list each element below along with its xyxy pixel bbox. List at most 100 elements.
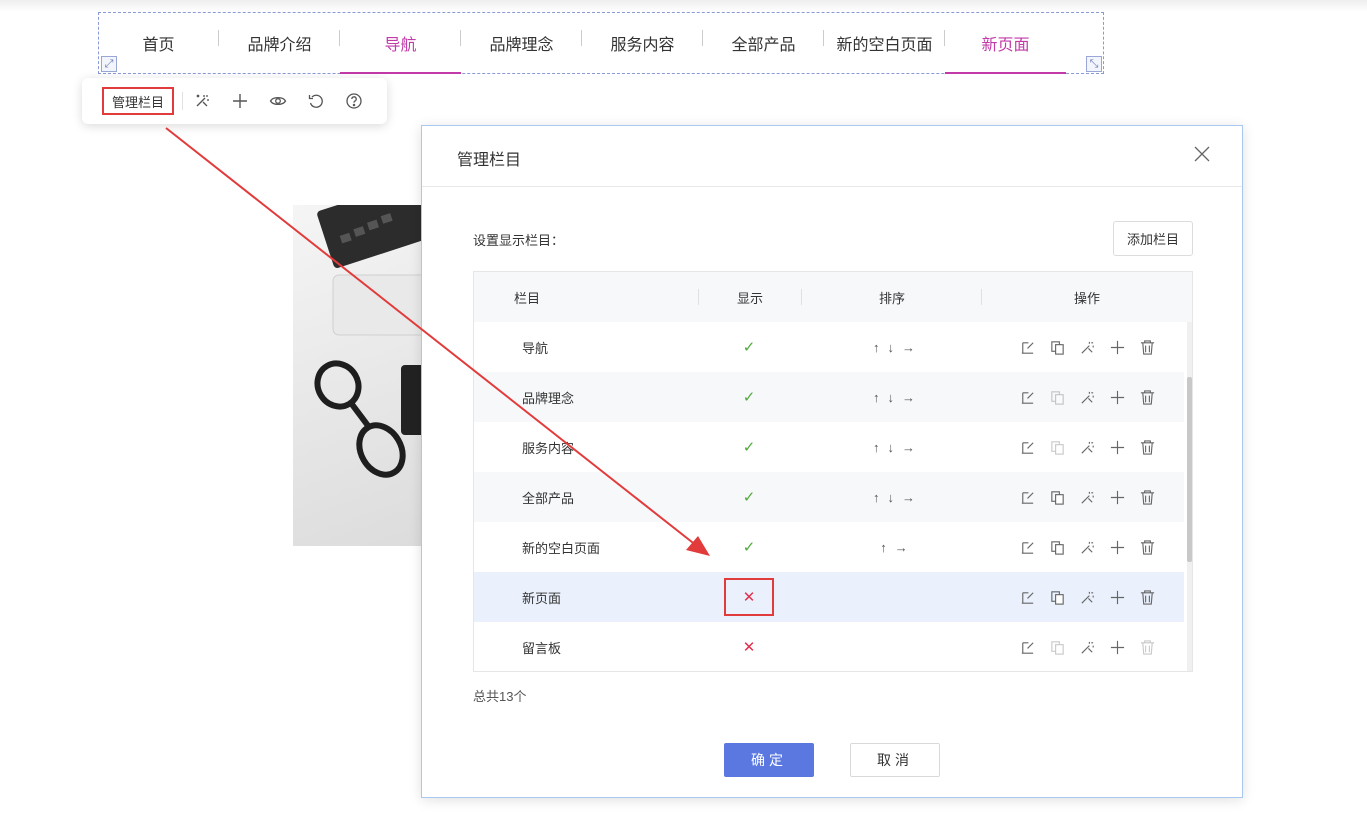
- check-icon[interactable]: ✓: [724, 472, 774, 522]
- resize-handle-icon[interactable]: ⤡: [1086, 56, 1102, 72]
- row-name: 服务内容: [522, 440, 575, 456]
- arrow-right-icon[interactable]: →: [902, 490, 915, 505]
- plus-icon[interactable]: [221, 78, 259, 124]
- edit-icon[interactable]: [1012, 572, 1042, 622]
- table-row: 服务内容 ✓ ↑ ↓ →: [474, 422, 1184, 472]
- annotation-highlight-box: ✕: [724, 578, 774, 616]
- eye-icon[interactable]: [259, 78, 297, 124]
- nav-item[interactable]: 全部产品: [703, 12, 824, 74]
- nav-item[interactable]: 品牌介绍: [219, 12, 340, 74]
- nav-item-label: 服务内容: [610, 37, 675, 54]
- nav-item[interactable]: 新的空白页面: [824, 12, 945, 74]
- row-actions: [1012, 372, 1162, 422]
- plus-icon[interactable]: [1102, 572, 1132, 622]
- arrow-down-icon[interactable]: ↓: [888, 490, 895, 505]
- arrow-down-icon[interactable]: ↓: [888, 340, 895, 355]
- arrow-down-icon[interactable]: ↓: [888, 390, 895, 405]
- header-sort: 排序: [879, 290, 906, 306]
- nav-item-label: 全部产品: [731, 37, 796, 54]
- settings-label: 设置显示栏目：: [473, 233, 565, 248]
- trash-icon[interactable]: [1132, 472, 1162, 522]
- arrow-down-icon[interactable]: ↓: [888, 440, 895, 455]
- check-icon[interactable]: ✓: [724, 422, 774, 472]
- row-name: 留言板: [522, 640, 562, 656]
- edit-toolbar: 管理栏目: [82, 78, 387, 124]
- copy-icon[interactable]: [1042, 322, 1072, 372]
- cross-icon[interactable]: ✕: [724, 572, 774, 622]
- nav-item-label: 品牌介绍: [247, 37, 312, 54]
- row-actions: [1012, 572, 1162, 622]
- arrow-right-icon[interactable]: →: [902, 390, 915, 405]
- plus-icon[interactable]: [1102, 322, 1132, 372]
- manage-columns-dialog: 管理栏目 设置显示栏目： 添加栏目 栏目 显示 排序 操作 导航 ✓ ↑ ↓ → 品牌理念…: [421, 125, 1243, 798]
- magic-wand-icon[interactable]: [1072, 522, 1102, 572]
- copy-icon[interactable]: [1042, 522, 1072, 572]
- edit-icon[interactable]: [1012, 522, 1042, 572]
- total-count: 总共13个: [473, 689, 527, 704]
- cancel-button[interactable]: 取消: [850, 743, 940, 777]
- manage-columns-button[interactable]: 管理栏目: [102, 87, 174, 115]
- arrow-up-icon[interactable]: ↑: [873, 490, 880, 505]
- nav-item[interactable]: 品牌理念: [461, 12, 582, 74]
- plus-icon[interactable]: [1102, 422, 1132, 472]
- copy-icon: [1042, 422, 1072, 472]
- undo-icon[interactable]: [297, 78, 335, 124]
- row-actions: [1012, 472, 1162, 522]
- trash-icon[interactable]: [1132, 572, 1162, 622]
- trash-icon[interactable]: [1132, 322, 1162, 372]
- arrow-up-icon[interactable]: ↑: [873, 390, 880, 405]
- edit-icon[interactable]: [1012, 422, 1042, 472]
- check-icon[interactable]: ✓: [724, 372, 774, 422]
- header-divider: [801, 289, 802, 305]
- header-name: 栏目: [514, 290, 541, 306]
- nav-item[interactable]: 新页面: [945, 12, 1066, 74]
- arrow-right-icon[interactable]: →: [895, 540, 908, 555]
- sort-controls: ↑ ↓ →: [844, 472, 944, 522]
- edit-icon[interactable]: [1012, 472, 1042, 522]
- add-column-button[interactable]: 添加栏目: [1113, 221, 1193, 256]
- magic-wand-icon[interactable]: [1072, 622, 1102, 671]
- plus-icon[interactable]: [1102, 372, 1132, 422]
- nav-item-label: 首页: [142, 37, 175, 54]
- magic-wand-icon[interactable]: [1072, 472, 1102, 522]
- trash-icon[interactable]: [1132, 422, 1162, 472]
- arrow-right-icon[interactable]: →: [902, 440, 915, 455]
- trash-icon[interactable]: [1132, 372, 1162, 422]
- nav-item-label: 新页面: [981, 37, 1030, 54]
- copy-icon[interactable]: [1042, 472, 1072, 522]
- arrow-up-icon[interactable]: ↑: [873, 340, 880, 355]
- plus-icon[interactable]: [1102, 622, 1132, 671]
- help-icon[interactable]: [335, 78, 373, 124]
- magic-wand-icon[interactable]: [183, 78, 221, 124]
- columns-table: 栏目 显示 排序 操作 导航 ✓ ↑ ↓ → 品牌理念 ✓ ↑ ↓ → 服务内容 ✓ ↑ ↓ → 全部产品 ✓ ↑…: [473, 271, 1193, 672]
- arrow-right-icon[interactable]: →: [902, 340, 915, 355]
- check-icon[interactable]: ✓: [724, 322, 774, 372]
- close-icon[interactable]: [1192, 144, 1212, 164]
- confirm-button[interactable]: 确定: [724, 743, 814, 777]
- magic-wand-icon[interactable]: [1072, 372, 1102, 422]
- scrollbar-thumb[interactable]: [1187, 377, 1192, 562]
- sort-controls: ↑ ↓ →: [844, 422, 944, 472]
- nav-item[interactable]: 导航: [340, 12, 461, 74]
- resize-handle-icon[interactable]: ⤢: [101, 56, 117, 72]
- magic-wand-icon[interactable]: [1072, 322, 1102, 372]
- magic-wand-icon[interactable]: [1072, 572, 1102, 622]
- sort-controls: [844, 622, 944, 671]
- arrow-up-icon[interactable]: ↑: [873, 440, 880, 455]
- arrow-up-icon[interactable]: ↑: [880, 540, 887, 555]
- edit-icon[interactable]: [1012, 322, 1042, 372]
- trash-icon: [1132, 622, 1162, 671]
- nav-item[interactable]: 服务内容: [582, 12, 703, 74]
- plus-icon[interactable]: [1102, 472, 1132, 522]
- check-icon[interactable]: ✓: [724, 522, 774, 572]
- magic-wand-icon[interactable]: [1072, 422, 1102, 472]
- table-row: 新的空白页面 ✓ ↑ →: [474, 522, 1184, 572]
- copy-icon[interactable]: [1042, 572, 1072, 622]
- header-divider: [981, 289, 982, 305]
- trash-icon[interactable]: [1132, 522, 1162, 572]
- edit-icon[interactable]: [1012, 372, 1042, 422]
- plus-icon[interactable]: [1102, 522, 1132, 572]
- table-row: 全部产品 ✓ ↑ ↓ →: [474, 472, 1184, 522]
- cross-icon[interactable]: ✕: [724, 622, 774, 671]
- edit-icon[interactable]: [1012, 622, 1042, 671]
